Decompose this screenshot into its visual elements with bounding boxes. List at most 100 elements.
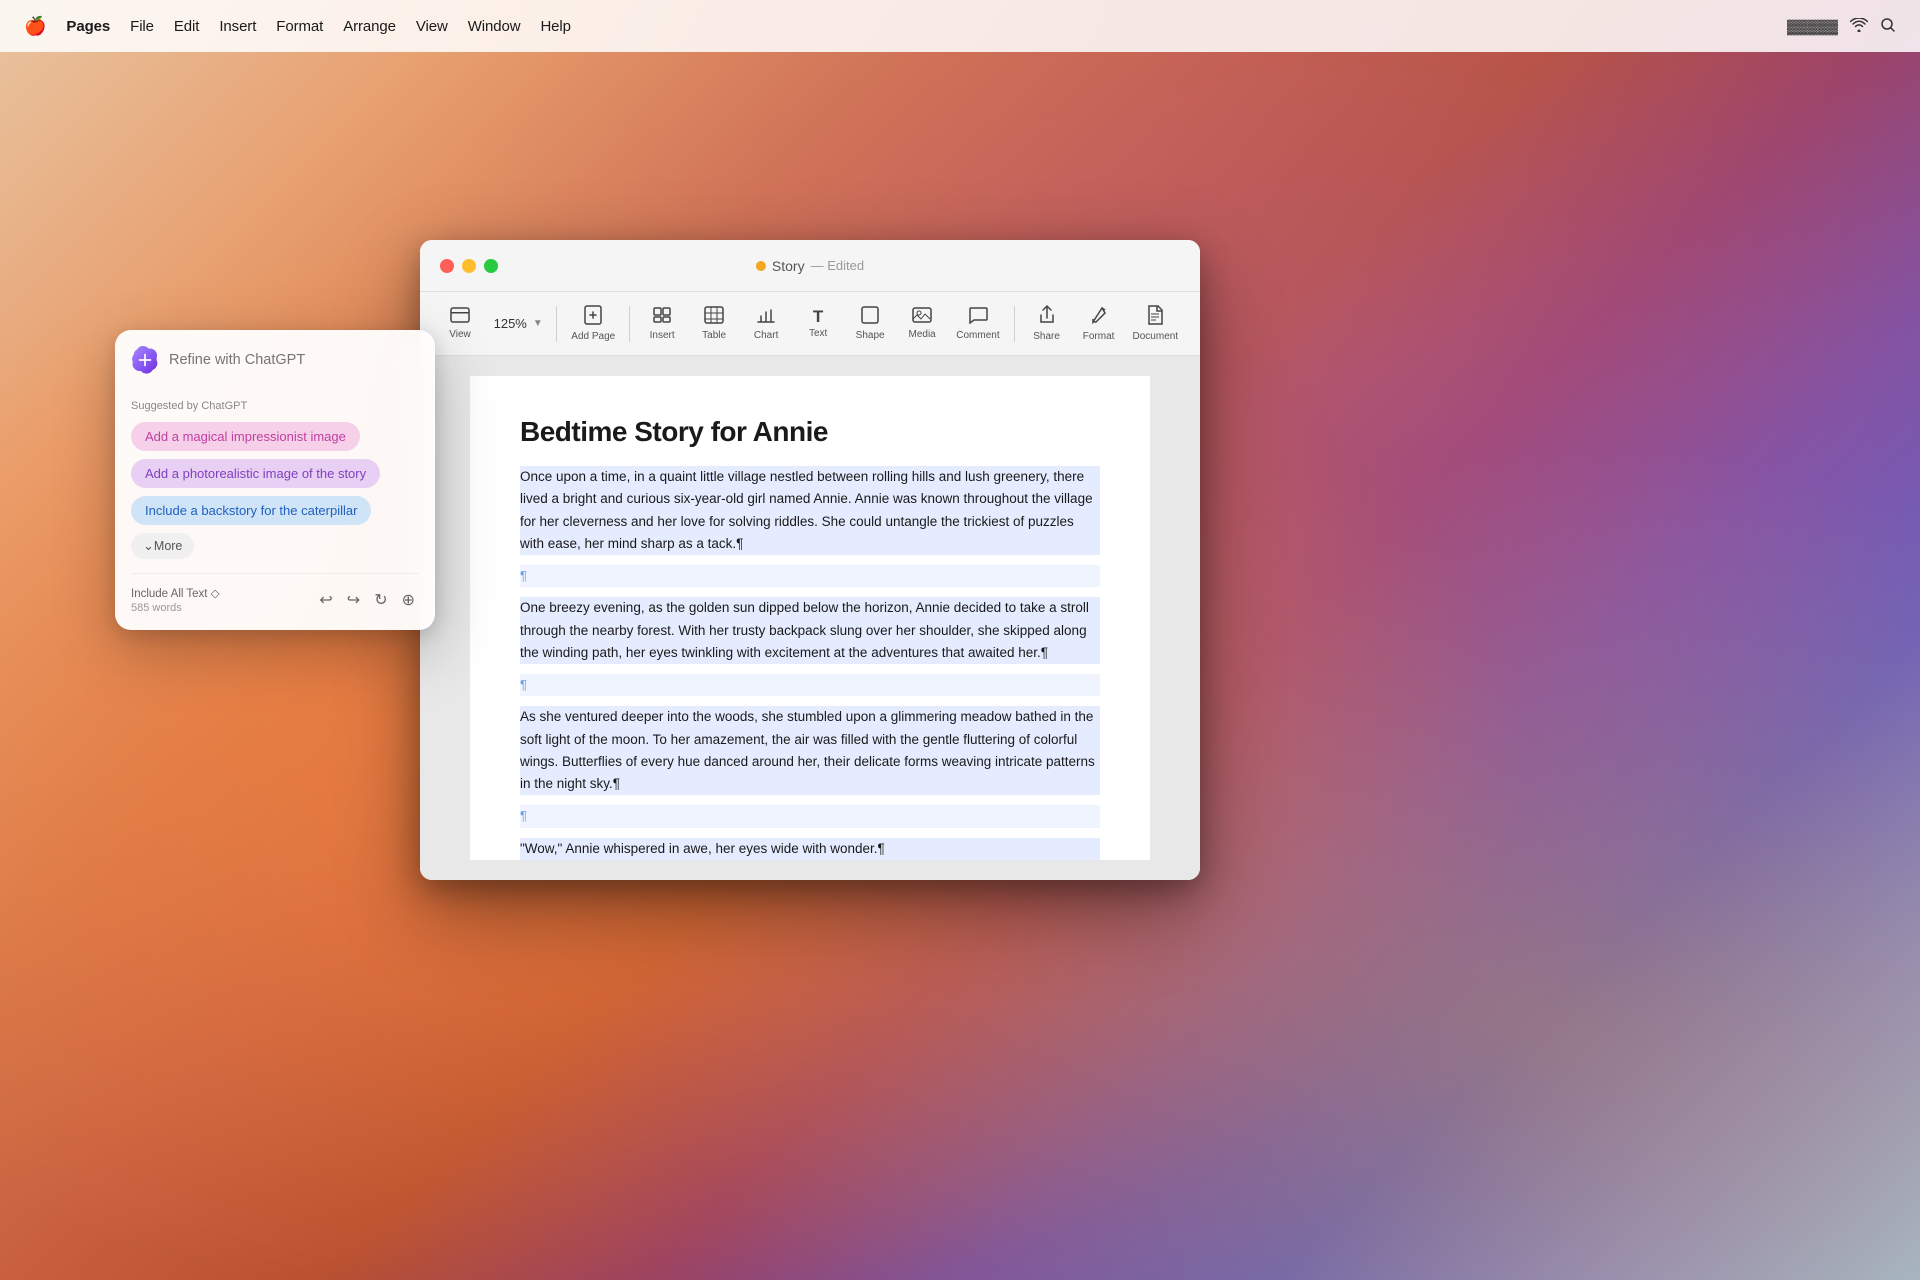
undo-button[interactable]: ↩ bbox=[315, 586, 336, 614]
suggestion-chips: Add a magical impressionist image Add a … bbox=[131, 422, 419, 559]
toolbar-addpage[interactable]: Add Page bbox=[565, 301, 621, 346]
menu-insert[interactable]: Insert bbox=[219, 18, 256, 35]
media-icon bbox=[912, 307, 932, 326]
menu-bar-status: ▓▓▓▓▓ bbox=[1787, 17, 1896, 36]
insert-label: Insert bbox=[650, 330, 675, 341]
share-icon bbox=[1038, 305, 1056, 328]
document-icon bbox=[1147, 305, 1163, 328]
include-text: Include All Text ◇ bbox=[131, 586, 220, 600]
toolbar-format[interactable]: Format bbox=[1075, 301, 1123, 346]
toolbar-insert[interactable]: Insert bbox=[638, 302, 686, 345]
table-label: Table bbox=[702, 330, 726, 341]
toolbar-view[interactable]: View bbox=[436, 303, 484, 344]
document-area: Bedtime Story for Annie Once upon a time… bbox=[420, 356, 1200, 880]
panel-footer: Include All Text ◇ 585 words ↩ ↪ ↻ ⊕ bbox=[131, 573, 419, 614]
menu-file[interactable]: File bbox=[130, 18, 154, 35]
footer-info: Include All Text ◇ 585 words bbox=[131, 586, 220, 614]
toolbar-comment[interactable]: Comment bbox=[950, 302, 1006, 345]
wifi-icon bbox=[1850, 18, 1868, 35]
word-count: 585 words bbox=[131, 602, 220, 614]
table-icon bbox=[704, 306, 724, 327]
format-label: Format bbox=[1083, 331, 1115, 342]
spotlight-icon[interactable] bbox=[1880, 17, 1896, 36]
toolbar-chart[interactable]: Chart bbox=[742, 302, 790, 345]
text-label: Text bbox=[809, 328, 827, 339]
refresh-button[interactable]: ↻ bbox=[370, 586, 391, 614]
insert-icon bbox=[652, 306, 672, 327]
view-label: View bbox=[449, 329, 471, 340]
footer-actions: ↩ ↪ ↻ ⊕ bbox=[315, 586, 419, 614]
toolbar-separator-1 bbox=[556, 306, 557, 342]
redo-button[interactable]: ↪ bbox=[343, 586, 364, 614]
chip-more[interactable]: More bbox=[131, 533, 194, 559]
document-page: Bedtime Story for Annie Once upon a time… bbox=[470, 376, 1150, 860]
paragraph-2: ¶ bbox=[520, 565, 1100, 587]
chip-magical-image[interactable]: Add a magical impressionist image bbox=[131, 422, 360, 451]
minimize-button[interactable] bbox=[462, 259, 476, 273]
apple-menu[interactable]: 🍎 bbox=[24, 16, 46, 37]
chart-label: Chart bbox=[754, 330, 778, 341]
toolbar-separator-3 bbox=[1014, 306, 1015, 342]
media-label: Media bbox=[909, 329, 936, 340]
paragraph-7: "Wow," Annie whispered in awe, her eyes … bbox=[520, 838, 1100, 860]
status-icons: ▓▓▓▓▓ bbox=[1787, 17, 1896, 36]
menu-window[interactable]: Window bbox=[468, 18, 521, 35]
format-icon bbox=[1090, 305, 1108, 328]
toolbar-share[interactable]: Share bbox=[1023, 301, 1071, 346]
toolbar-table[interactable]: Table bbox=[690, 302, 738, 345]
menu-pages[interactable]: Pages bbox=[66, 18, 110, 35]
menu-view[interactable]: View bbox=[416, 18, 448, 35]
addpage-label: Add Page bbox=[571, 331, 615, 342]
toolbar-media[interactable]: Media bbox=[898, 303, 946, 344]
paragraph-1: Once upon a time, in a quaint little vil… bbox=[520, 466, 1100, 555]
document-title: Story bbox=[772, 258, 805, 274]
chart-icon bbox=[756, 306, 776, 327]
comment-icon bbox=[968, 306, 988, 327]
toolbar-shape[interactable]: Shape bbox=[846, 302, 894, 345]
shape-icon bbox=[861, 306, 879, 327]
suggested-by-label: Suggested by ChatGPT bbox=[131, 400, 419, 412]
toolbar-separator-2 bbox=[629, 306, 630, 342]
menu-bar: 🍎 Pages File Edit Insert Format Arrange … bbox=[0, 0, 1920, 52]
addpage-icon bbox=[584, 305, 602, 328]
shape-label: Shape bbox=[856, 330, 885, 341]
para-mark-6: ¶ bbox=[520, 808, 527, 823]
chatgpt-input-area bbox=[131, 346, 419, 386]
text-icon: T bbox=[813, 308, 823, 325]
document-label: Document bbox=[1133, 331, 1179, 342]
menu-edit[interactable]: Edit bbox=[174, 18, 199, 35]
chatgpt-refine-input[interactable] bbox=[169, 352, 419, 368]
share-label: Share bbox=[1033, 331, 1060, 342]
zoom-chevron: ▼ bbox=[533, 318, 543, 329]
toolbar-document[interactable]: Document bbox=[1127, 301, 1184, 346]
battery-icon: ▓▓▓▓▓ bbox=[1787, 18, 1838, 34]
maximize-button[interactable] bbox=[484, 259, 498, 273]
paragraph-5: As she ventured deeper into the woods, s… bbox=[520, 706, 1100, 795]
chatgpt-panel: Suggested by ChatGPT Add a magical impre… bbox=[115, 330, 435, 630]
paragraph-3: One breezy evening, as the golden sun di… bbox=[520, 597, 1100, 664]
window-controls bbox=[440, 259, 498, 273]
toolbar-text[interactable]: T Text bbox=[794, 304, 842, 343]
chip-photorealistic[interactable]: Add a photorealistic image of the story bbox=[131, 459, 380, 488]
menu-help[interactable]: Help bbox=[540, 18, 570, 35]
para-mark-4: ¶ bbox=[520, 677, 527, 692]
close-button[interactable] bbox=[440, 259, 454, 273]
menu-arrange[interactable]: Arrange bbox=[343, 18, 396, 35]
add-button[interactable]: ⊕ bbox=[398, 586, 419, 614]
paragraph-6: ¶ bbox=[520, 805, 1100, 827]
document-icon-dot bbox=[756, 261, 766, 271]
toolbar-zoom[interactable]: 125% ▼ bbox=[488, 312, 548, 335]
window-titlebar: Story — Edited bbox=[420, 240, 1200, 292]
zoom-value: 125% bbox=[494, 316, 527, 331]
menu-format[interactable]: Format bbox=[276, 18, 323, 35]
document-title-text: Bedtime Story for Annie bbox=[520, 416, 1100, 448]
document-edited-status: — Edited bbox=[811, 258, 865, 273]
paragraph-4: ¶ bbox=[520, 674, 1100, 696]
window-toolbar: View 125% ▼ Add Page bbox=[420, 292, 1200, 356]
chip-backstory[interactable]: Include a backstory for the caterpillar bbox=[131, 496, 371, 525]
view-icon bbox=[450, 307, 470, 326]
chatgpt-logo-icon bbox=[131, 346, 159, 374]
window-title: Story — Edited bbox=[756, 258, 864, 274]
para-mark-2: ¶ bbox=[520, 568, 527, 583]
comment-label: Comment bbox=[956, 330, 999, 341]
